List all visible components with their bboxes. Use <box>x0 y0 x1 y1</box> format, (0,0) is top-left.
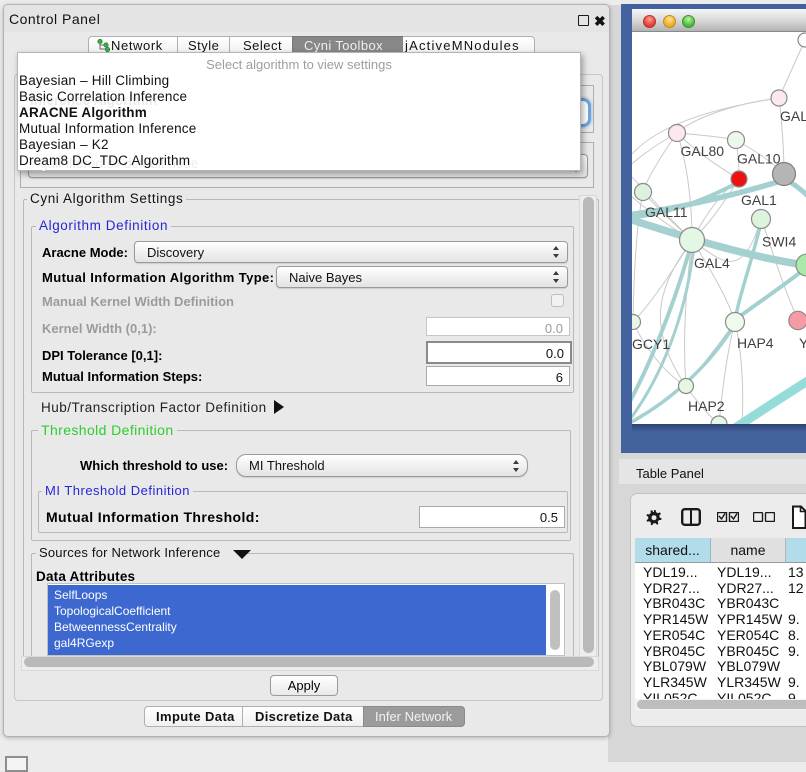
svg-text:GAL11: GAL11 <box>645 204 688 220</box>
svg-text:GAL1: GAL1 <box>741 192 777 208</box>
svg-text:SWI4: SWI4 <box>762 234 796 250</box>
svg-text:Y: Y <box>799 335 806 351</box>
svg-text:GCY1: GCY1 <box>632 336 670 352</box>
svg-text:HAP2: HAP2 <box>688 398 725 414</box>
svg-text:GAL80: GAL80 <box>681 143 725 159</box>
svg-text:GAL10: GAL10 <box>737 151 781 167</box>
svg-text:GAL4: GAL4 <box>694 255 730 271</box>
svg-text:HAP4: HAP4 <box>737 335 774 351</box>
svg-text:GAL: GAL <box>780 108 806 124</box>
